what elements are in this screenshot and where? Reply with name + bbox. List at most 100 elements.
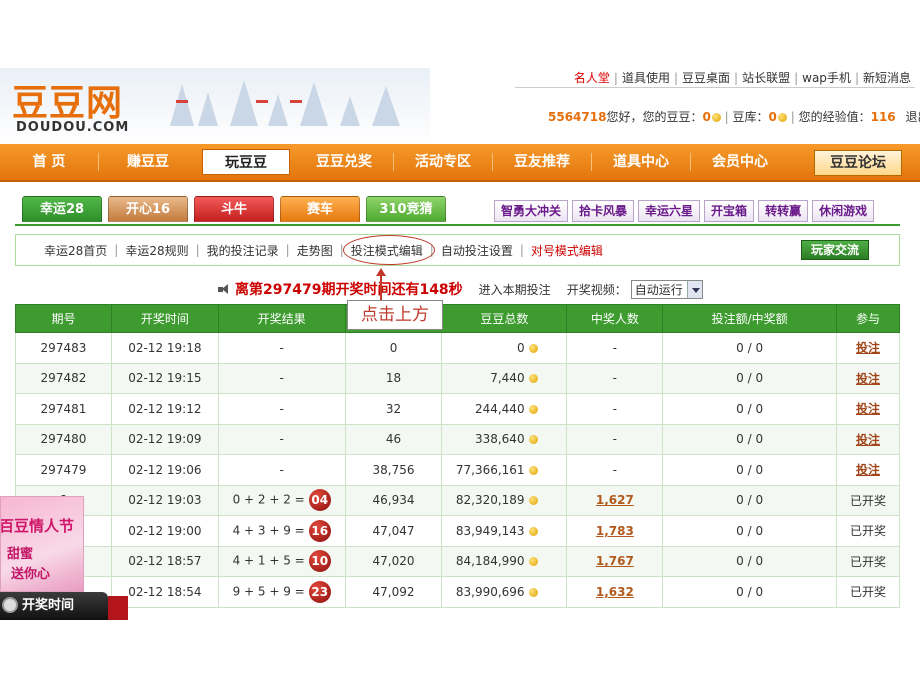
result-ball: 16 bbox=[308, 519, 331, 542]
nav-member[interactable]: 会员中心 bbox=[691, 143, 789, 181]
cell-winners: - bbox=[566, 362, 664, 394]
logo-domain: DOUDOU.COM bbox=[16, 120, 130, 135]
result-ball: 04 bbox=[308, 489, 331, 512]
tab-lucky-six[interactable]: 幸运六星 bbox=[638, 200, 701, 222]
enter-bet-link[interactable]: 进入本期投注 bbox=[479, 281, 551, 298]
logo-area[interactable]: 豆豆网 DOUDOU.COM bbox=[0, 68, 430, 144]
cell-time: 02-12 19:15 bbox=[110, 362, 219, 394]
pool-value: 338,640 bbox=[474, 432, 525, 447]
subnav-auto-bet[interactable]: 自动投注设置 bbox=[441, 242, 513, 259]
cell-time: 02-12 19:18 bbox=[110, 332, 219, 364]
tab-happy16[interactable]: 开心16 bbox=[108, 196, 188, 222]
table-row: 297481 02-12 19:12 - 32 244,440 - 0 / 0 投注 bbox=[15, 393, 900, 425]
pool-value: 82,320,189 bbox=[455, 493, 525, 508]
winners-link[interactable]: 1,632 bbox=[596, 585, 634, 599]
cell-action: 已开奖 bbox=[836, 545, 900, 577]
winners-link[interactable]: 1,767 bbox=[596, 554, 634, 568]
user-id: 5564718 bbox=[548, 110, 607, 124]
nav-play[interactable]: 玩豆豆 bbox=[202, 149, 290, 175]
cell-bettors: 47,047 bbox=[344, 515, 443, 547]
cell-time: 02-12 18:57 bbox=[110, 545, 219, 577]
subnav-lucky28-home[interactable]: 幸运28首页 bbox=[44, 242, 107, 259]
winners-link[interactable]: 1,627 bbox=[596, 493, 634, 507]
cell-time: 02-12 19:12 bbox=[110, 393, 219, 425]
tab-treasure[interactable]: 开宝箱 bbox=[704, 200, 755, 222]
results-table: 期号 开奖时间 开奖结果 豆豆总数 中奖人数 投注额/中奖额 参与 297483… bbox=[15, 304, 900, 608]
bet-link[interactable]: 投注 bbox=[856, 341, 880, 355]
result-formula: - bbox=[279, 462, 284, 477]
pool-value: 83,990,696 bbox=[455, 584, 525, 599]
cell-winners: - bbox=[566, 423, 664, 455]
cell-result: 0 + 2 + 2 = 04 bbox=[217, 484, 346, 516]
result-ball: 23 bbox=[308, 580, 331, 603]
tab-racing[interactable]: 赛车 bbox=[280, 196, 360, 222]
cell-winners: 1,627 bbox=[566, 484, 664, 516]
top-link-webmaster[interactable]: 站长联盟 bbox=[738, 69, 794, 86]
top-links: 名人堂 | 道具使用 | 豆豆桌面 | 站长联盟 | wap手机 | 新短消息 bbox=[515, 68, 915, 88]
top-link-item-use[interactable]: 道具使用 bbox=[618, 69, 674, 86]
red-block bbox=[108, 596, 128, 620]
pool-value: 7,440 bbox=[490, 371, 525, 386]
tab-douniu[interactable]: 斗牛 bbox=[194, 196, 274, 222]
bet-link[interactable]: 投注 bbox=[856, 463, 880, 477]
tab-lucky28[interactable]: 幸运28 bbox=[22, 196, 102, 222]
video-select[interactable]: 自动运行 bbox=[630, 279, 703, 299]
tab-310[interactable]: 310竞猜 bbox=[366, 196, 446, 222]
forum-button[interactable]: 豆豆论坛 bbox=[814, 150, 902, 176]
tab-spin[interactable]: 转转赢 bbox=[758, 200, 809, 222]
cell-bettors: 47,020 bbox=[344, 545, 443, 577]
cell-issue: 297482 bbox=[15, 362, 112, 394]
nav-earn[interactable]: 赚豆豆 bbox=[99, 143, 197, 181]
cell-pool: 82,320,189 bbox=[441, 484, 568, 516]
coin-icon bbox=[529, 465, 539, 475]
promo-banner[interactable]: 百豆情人节 甜蜜 送你心 bbox=[0, 496, 84, 592]
nav-items[interactable]: 道具中心 bbox=[592, 143, 690, 181]
nav-events[interactable]: 活动专区 bbox=[394, 143, 492, 181]
coin-icon bbox=[711, 113, 721, 122]
tab-challenge[interactable]: 智勇大冲关 bbox=[494, 200, 569, 222]
top-link-wap[interactable]: wap手机 bbox=[798, 69, 855, 86]
nav-friends[interactable]: 豆友推荐 bbox=[493, 143, 591, 181]
countdown-row: 离第297479期开奖时间还有148秒 进入本期投注 开奖视频： 自动运行 bbox=[218, 278, 703, 300]
result-formula: - bbox=[279, 340, 284, 355]
bet-link[interactable]: 投注 bbox=[856, 433, 880, 447]
cell-amount: 0 / 0 bbox=[662, 484, 838, 516]
nav-redeem[interactable]: 豆豆兑奖 bbox=[295, 143, 393, 181]
tab-casual[interactable]: 休闲游戏 bbox=[812, 200, 875, 222]
bet-link[interactable]: 投注 bbox=[856, 372, 880, 386]
tab-card-storm[interactable]: 拾卡风暴 bbox=[572, 200, 635, 222]
cell-pool: 338,640 bbox=[441, 423, 568, 455]
logout-link[interactable]: 退出 bbox=[905, 110, 920, 124]
speaker-icon[interactable] bbox=[218, 283, 231, 296]
subnav-my-bets[interactable]: 我的投注记录 bbox=[207, 242, 279, 259]
cell-result: 9 + 5 + 9 = 23 bbox=[217, 576, 346, 608]
winners-link[interactable]: 1,783 bbox=[596, 524, 634, 538]
cell-amount: 0 / 0 bbox=[662, 545, 838, 577]
player-chat-button[interactable]: 玩家交流 bbox=[801, 240, 869, 260]
subnav-trend[interactable]: 走势图 bbox=[297, 242, 333, 259]
subnav-number-mode-edit[interactable]: 对号模式编辑 bbox=[531, 242, 603, 259]
subnav-lucky28-rules[interactable]: 幸运28规则 bbox=[125, 242, 188, 259]
cell-amount: 0 / 0 bbox=[662, 423, 838, 455]
coin-icon bbox=[777, 113, 787, 122]
page: 豆豆网 DOUDOU.COM 名人堂 | 道具使用 | 豆豆桌面 | 站长联盟 … bbox=[0, 68, 920, 620]
cell-bettors: 47,092 bbox=[344, 576, 443, 608]
nav-home[interactable]: 首 页 bbox=[0, 143, 98, 181]
cell-winners: 1,783 bbox=[566, 515, 664, 547]
cell-action: 已开奖 bbox=[836, 484, 900, 516]
side-game-tabs: 智勇大冲关 拾卡风暴 幸运六星 开宝箱 转转赢 休闲游戏 bbox=[494, 200, 878, 222]
top-link-desktop[interactable]: 豆豆桌面 bbox=[678, 69, 734, 86]
coin-icon bbox=[529, 557, 539, 567]
winners-value: - bbox=[612, 371, 618, 386]
cell-result: 4 + 3 + 9 = 16 bbox=[217, 515, 346, 547]
bet-link[interactable]: 投注 bbox=[856, 402, 880, 416]
table-header-row: 期号 开奖时间 开奖结果 豆豆总数 中奖人数 投注额/中奖额 参与 bbox=[15, 304, 900, 333]
cell-action: 投注 bbox=[836, 332, 900, 364]
logo[interactable]: 豆豆网 bbox=[12, 74, 123, 126]
top-link-hall-of-fame[interactable]: 名人堂 bbox=[570, 69, 614, 86]
draw-time-button[interactable]: 开奖时间 bbox=[0, 592, 108, 620]
top-link-messages[interactable]: 新短消息 bbox=[859, 69, 915, 86]
video-label: 开奖视频： bbox=[566, 282, 627, 297]
result-formula: 0 + 2 + 2 = bbox=[232, 492, 305, 507]
cell-amount: 0 / 0 bbox=[662, 332, 838, 364]
